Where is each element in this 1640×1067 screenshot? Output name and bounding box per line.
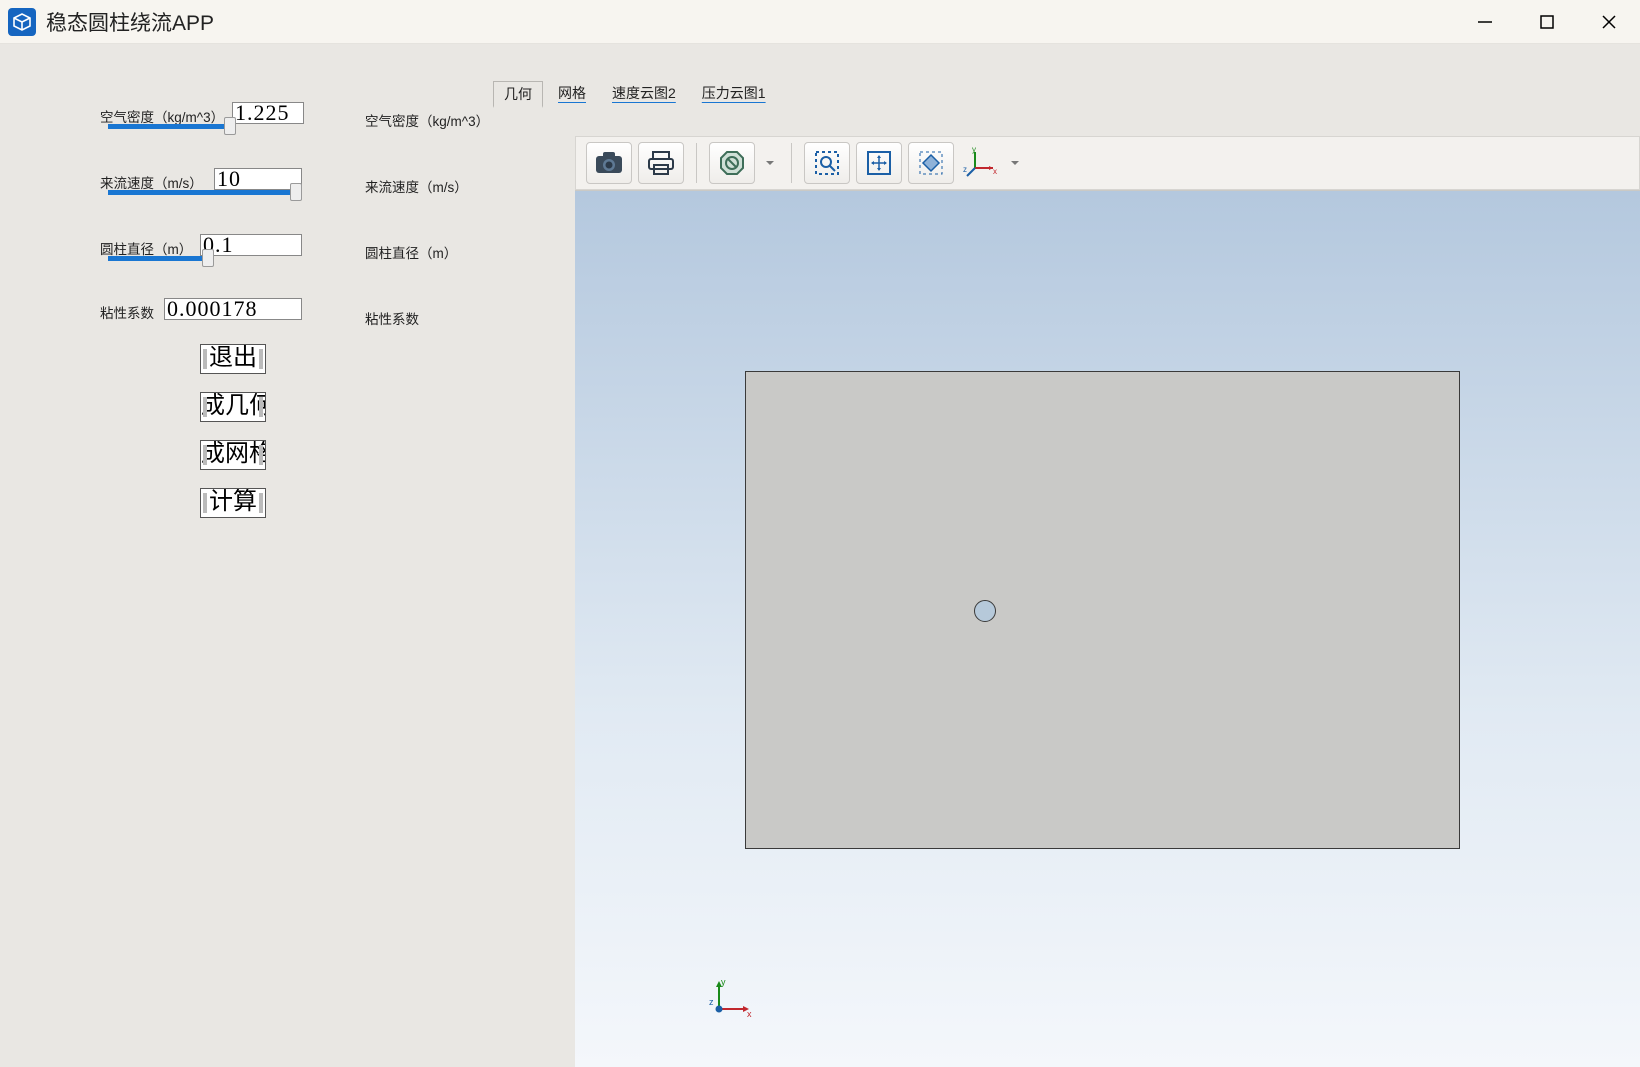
tab-mesh[interactable]: 网格 bbox=[547, 80, 597, 107]
tab-pressure-contour[interactable]: 压力云图1 bbox=[691, 80, 777, 107]
param-row-viscosity: 粘性系数 bbox=[100, 302, 154, 322]
velocity-label-2: 来流速度（m/s） bbox=[365, 176, 468, 196]
viscosity-input[interactable] bbox=[164, 298, 302, 320]
diameter-input[interactable] bbox=[200, 234, 302, 256]
svg-text:z: z bbox=[963, 165, 967, 174]
axes-dropdown[interactable] bbox=[1006, 142, 1024, 184]
diameter-label-2: 圆柱直径（m） bbox=[365, 242, 457, 262]
axes-orientation-button[interactable]: y x z bbox=[960, 142, 1000, 184]
param-row-density: 空气密度（kg/m^3） bbox=[100, 106, 224, 126]
visualization-panel: 几何 网格 速度云图2 压力云图1 bbox=[485, 44, 1640, 1067]
svg-text:z: z bbox=[709, 997, 714, 1007]
zoom-extents-button[interactable] bbox=[856, 142, 902, 184]
svg-text:x: x bbox=[747, 1009, 752, 1019]
tab-geometry[interactable]: 几何 bbox=[493, 81, 543, 108]
zoom-selected-button[interactable] bbox=[908, 142, 954, 184]
action-buttons: 退出 成几何 成网格 计算 bbox=[200, 344, 266, 518]
diameter-slider-thumb[interactable] bbox=[202, 249, 214, 267]
toolbar-separator bbox=[791, 143, 792, 183]
diameter-slider[interactable] bbox=[108, 256, 208, 261]
title-bar: 稳态圆柱绕流APP bbox=[0, 0, 1640, 44]
viscosity-label: 粘性系数 bbox=[100, 302, 154, 322]
graphics-canvas[interactable]: y x z bbox=[575, 190, 1640, 1067]
viz-toolbar: y x z bbox=[575, 136, 1640, 190]
svg-text:y: y bbox=[721, 977, 726, 987]
app-title: 稳态圆柱绕流APP bbox=[46, 7, 1454, 37]
generate-geometry-button[interactable]: 成几何 bbox=[200, 392, 266, 422]
svg-text:y: y bbox=[972, 146, 976, 154]
toolbar-separator bbox=[696, 143, 697, 183]
density-label: 空气密度（kg/m^3） bbox=[100, 106, 224, 126]
window-controls bbox=[1454, 0, 1640, 43]
param-row-velocity: 来流速度（m/s） bbox=[100, 172, 203, 192]
minimize-button[interactable] bbox=[1454, 0, 1516, 44]
flow-domain-rect bbox=[745, 371, 1460, 849]
parameter-panel: 空气密度（kg/m^3） 来流速度（m/s） 圆柱直径（m） 粘 bbox=[0, 44, 485, 1067]
disable-dropdown[interactable] bbox=[761, 142, 779, 184]
svg-text:x: x bbox=[993, 167, 997, 176]
viscosity-label-2: 粘性系数 bbox=[365, 308, 419, 328]
app-icon bbox=[6, 6, 38, 38]
density-label-2: 空气密度（kg/m^3） bbox=[365, 110, 489, 130]
density-input[interactable] bbox=[232, 102, 304, 124]
velocity-input[interactable] bbox=[214, 168, 302, 190]
main-content: 空气密度（kg/m^3） 来流速度（m/s） 圆柱直径（m） 粘 bbox=[0, 44, 1640, 1067]
orientation-triad: y x z bbox=[707, 975, 753, 1021]
print-button[interactable] bbox=[638, 142, 684, 184]
zoom-box-button[interactable] bbox=[804, 142, 850, 184]
generate-mesh-button[interactable]: 成网格 bbox=[200, 440, 266, 470]
density-slider-thumb[interactable] bbox=[224, 117, 236, 135]
close-button[interactable] bbox=[1578, 0, 1640, 44]
cylinder-geometry bbox=[974, 600, 996, 622]
velocity-slider-thumb[interactable] bbox=[290, 183, 302, 201]
velocity-label: 来流速度（m/s） bbox=[100, 172, 203, 192]
diameter-label: 圆柱直径（m） bbox=[100, 238, 192, 258]
velocity-slider[interactable] bbox=[108, 190, 296, 195]
tab-velocity-contour[interactable]: 速度云图2 bbox=[601, 80, 687, 107]
density-slider[interactable] bbox=[108, 124, 236, 129]
exit-button[interactable]: 退出 bbox=[200, 344, 266, 374]
disable-button[interactable] bbox=[709, 142, 755, 184]
screenshot-button[interactable] bbox=[586, 142, 632, 184]
compute-button[interactable]: 计算 bbox=[200, 488, 266, 518]
maximize-button[interactable] bbox=[1516, 0, 1578, 44]
tabs-row: 几何 网格 速度云图2 压力云图1 bbox=[493, 80, 777, 107]
param-row-diameter: 圆柱直径（m） bbox=[100, 238, 192, 258]
